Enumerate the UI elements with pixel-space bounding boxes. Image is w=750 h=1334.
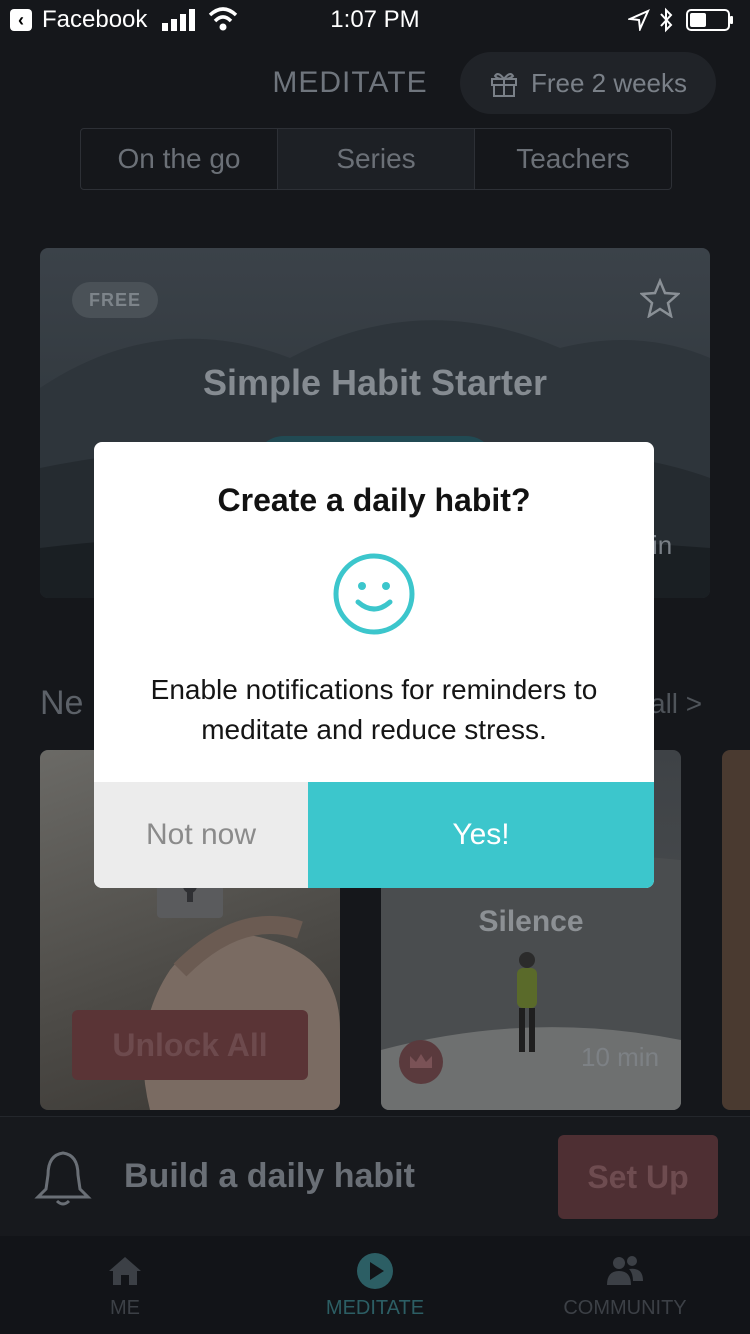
tab-teachers[interactable]: Teachers [475, 129, 671, 189]
bottom-nav: ME MEDITATE COMMUNITY [0, 1236, 750, 1334]
status-bar: ‹ Facebook 1:07 PM [0, 0, 750, 40]
nav-label: ME [110, 1296, 140, 1319]
free-trial-button[interactable]: Free 2 weeks [460, 52, 716, 114]
nav-item-me[interactable]: ME [0, 1236, 250, 1334]
free-trial-label: Free 2 weeks [530, 67, 688, 98]
nav-label: MEDITATE [325, 1296, 425, 1319]
habit-label: Build a daily habit [124, 1157, 415, 1195]
tab-series[interactable]: Series [278, 129, 475, 189]
notification-dialog: Create a daily habit? Enable notificatio… [94, 442, 654, 888]
hero-title: Simple Habit Starter [202, 362, 548, 403]
crown-icon [399, 1040, 443, 1084]
play-icon [357, 1252, 393, 1289]
hero-duration: in [652, 530, 673, 560]
person-image [517, 952, 537, 1052]
nav-item-meditate[interactable]: MEDITATE [250, 1236, 500, 1334]
tab-on-the-go[interactable]: On the go [81, 129, 278, 189]
home-icon [109, 1256, 141, 1285]
nav-item-community[interactable]: COMMUNITY [500, 1236, 750, 1334]
bell-icon [34, 1151, 92, 1206]
yes-button[interactable]: Yes! [308, 782, 654, 888]
page-title: MEDITATE [272, 66, 428, 99]
people-icon [607, 1255, 643, 1285]
nav-label: COMMUNITY [563, 1296, 687, 1319]
dialog-title: Create a daily habit? [217, 482, 531, 518]
series-card[interactable] [722, 750, 750, 1110]
see-all-link[interactable]: all > [650, 688, 702, 720]
segment-tabs: On the go Series Teachers [80, 128, 672, 190]
habit-bar: Build a daily habit Set Up [0, 1116, 750, 1237]
gift-icon [490, 73, 517, 97]
section-title: Ne [40, 684, 84, 722]
not-now-button[interactable]: Not now [94, 782, 308, 888]
battery-icon [686, 9, 733, 31]
location-icon [628, 9, 650, 31]
unlock-all-button[interactable]: Unlock All [72, 1010, 308, 1080]
card-duration: 10 min [581, 1042, 660, 1072]
bluetooth-icon [660, 7, 673, 33]
card-title: Silence [478, 905, 584, 938]
dialog-message: Enable notifications for reminders to me… [150, 674, 598, 745]
setup-button[interactable]: Set Up [558, 1135, 718, 1219]
dialog-buttons: Not now Yes! [94, 782, 654, 888]
smiley-icon [333, 553, 415, 635]
star-icon[interactable] [640, 278, 680, 318]
free-badge: FREE [72, 282, 158, 318]
